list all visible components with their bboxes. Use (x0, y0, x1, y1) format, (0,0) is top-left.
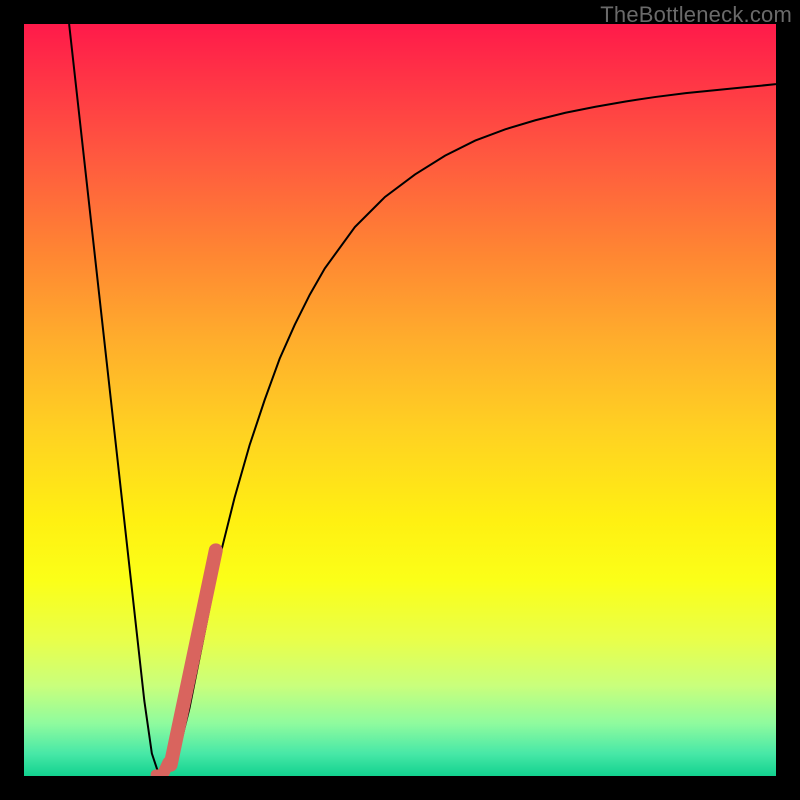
chart-series-group (69, 24, 776, 776)
series-highlight-segment (171, 550, 216, 764)
series-bottleneck-curve (69, 24, 776, 776)
watermark-label: TheBottleneck.com (600, 2, 792, 28)
bottleneck-chart (24, 24, 776, 776)
series-highlight-dot-lower (164, 762, 169, 772)
